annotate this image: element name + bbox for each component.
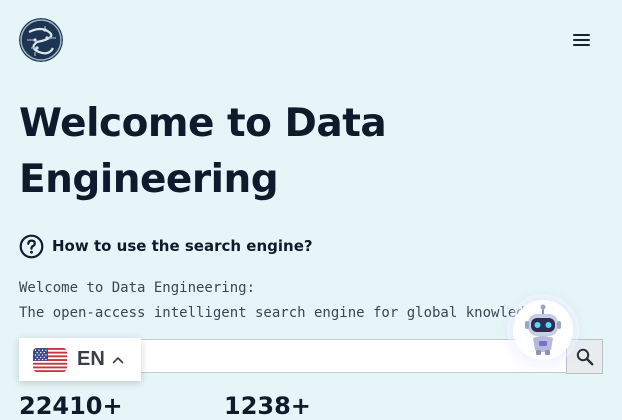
intro-line-1: Welcome to Data Engineering:: [19, 280, 256, 296]
page-title: Welcome to Data Engineering: [19, 96, 579, 208]
stat-value-2: 1238+: [224, 392, 311, 420]
intro-line-2: The open-access intelligent search engin…: [19, 305, 551, 321]
question-circle-icon: [19, 234, 44, 258]
menu-button[interactable]: [570, 30, 594, 50]
language-selector[interactable]: EN: [19, 338, 141, 381]
stat-value-1: 22410+: [19, 392, 123, 420]
search-input[interactable]: [140, 339, 566, 373]
page-title-line-1: Welcome to Data: [19, 101, 387, 146]
chevron-up-icon: [112, 356, 124, 363]
language-code: EN: [77, 348, 105, 370]
how-to-use-link[interactable]: How to use the search engine?: [19, 233, 313, 259]
circuit-brain-logo-icon: [19, 18, 63, 62]
site-logo[interactable]: [19, 18, 63, 62]
chatbot-button[interactable]: [513, 300, 573, 360]
page-title-line-2: Engineering: [19, 157, 279, 202]
robot-icon: [525, 304, 561, 355]
us-flag-icon: [33, 347, 67, 372]
hamburger-menu-icon-bar: [573, 39, 590, 41]
how-to-use-label: How to use the search engine?: [52, 237, 313, 255]
search-icon: [576, 348, 593, 365]
intro-text: Welcome to Data Engineering: The open-ac…: [19, 276, 579, 326]
hamburger-menu-icon-bar: [573, 44, 590, 46]
hamburger-menu-icon: [573, 34, 590, 36]
